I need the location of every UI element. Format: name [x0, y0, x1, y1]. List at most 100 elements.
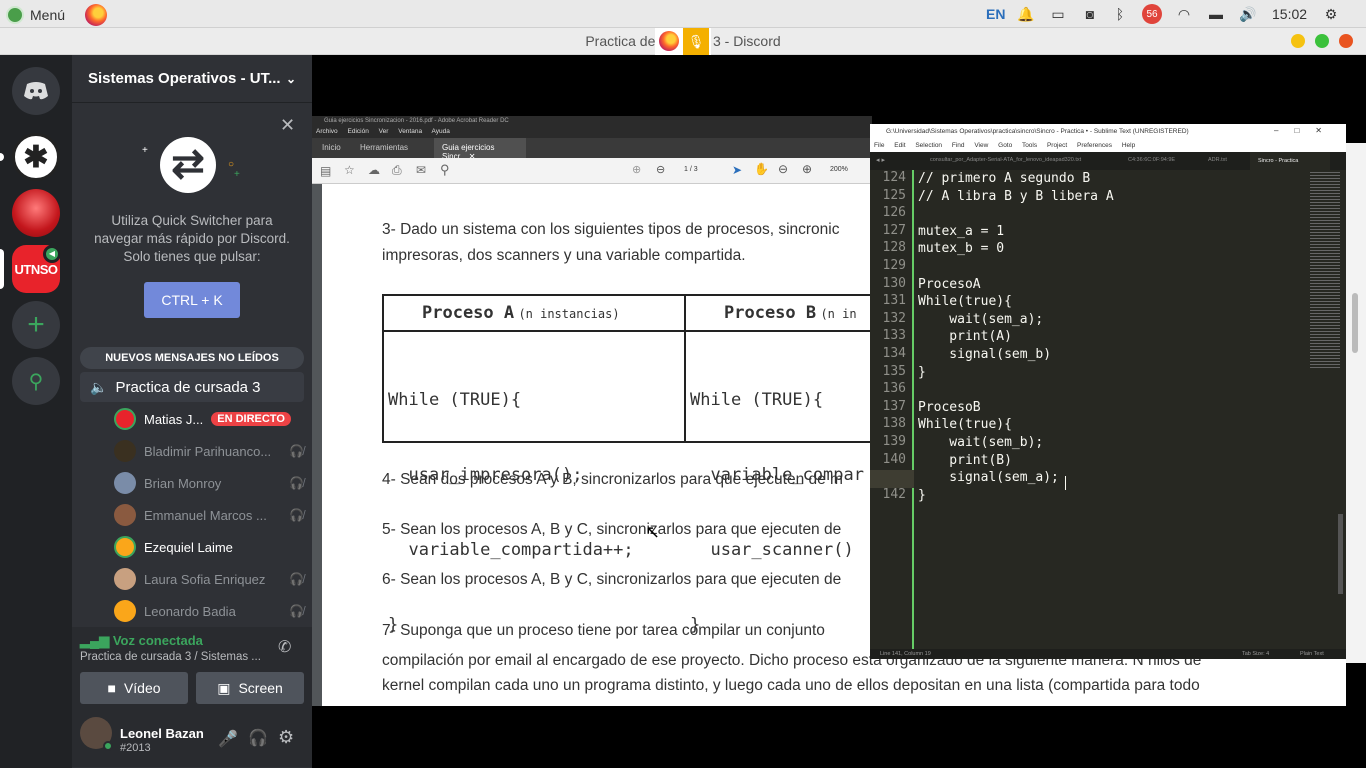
menu-view[interactable]: View [974, 142, 988, 149]
prev-page-icon[interactable]: ⊕ [632, 163, 641, 176]
video-label: Vídeo [123, 680, 161, 696]
code-line: ProcesoB [918, 399, 981, 415]
voice-user[interactable]: Emmanuel Marcos ... 🎧̸ [114, 501, 304, 529]
scrollbar-thumb[interactable] [1338, 514, 1343, 594]
screen-share-button[interactable]: ▣ Screen [196, 672, 304, 704]
table-divider [384, 330, 874, 332]
save-icon[interactable]: ▤ [320, 164, 331, 178]
upload-icon[interactable]: ☁ [368, 163, 380, 177]
tab-active[interactable]: Sincro - Practica [1250, 152, 1330, 170]
maximize-button[interactable] [1315, 34, 1329, 48]
code-editor[interactable]: // primero A segundo B // A libra B y B l… [918, 170, 1308, 504]
shortcut-button[interactable]: CTRL + K [144, 282, 240, 318]
status-position: Line 141, Column 19 [880, 651, 931, 657]
notifications-bell-icon[interactable]: 🔔 [1016, 5, 1036, 23]
menu-help[interactable]: Help [1122, 142, 1135, 149]
tab-document[interactable]: Guia ejercicios Sincr... ✕ [434, 138, 526, 161]
menu-selection[interactable]: Selection [915, 142, 942, 149]
volume-icon[interactable]: 🔊 [1238, 5, 1258, 23]
print-icon[interactable]: ⎙ [392, 163, 402, 178]
discord-home-icon[interactable] [12, 67, 60, 115]
menu-find[interactable]: Find [952, 142, 965, 149]
voice-user[interactable]: Laura Sofia Enriquez 🎧̸ [114, 565, 304, 593]
exercise-7-text-3: kernel compilan cada uno un programa dis… [382, 677, 1200, 694]
tab-scroll-icon[interactable]: ◂ ▸ [876, 156, 885, 164]
battery-icon[interactable]: ▬ [1206, 5, 1226, 23]
hand-tool-icon[interactable]: ✋ [754, 162, 769, 176]
screen-icon[interactable]: ▭ [1048, 5, 1068, 23]
discord-tray-icon[interactable]: ◙ [1080, 5, 1100, 23]
keyboard-layout[interactable]: EN [986, 6, 1012, 22]
chevron-down-icon: ⌄ [285, 71, 296, 86]
acrobat-scrollbar[interactable] [1346, 143, 1366, 663]
menu-ayuda[interactable]: Ayuda [432, 128, 450, 135]
wifi-icon[interactable]: ◠ [1174, 5, 1194, 23]
voice-user[interactable]: Brian Monroy 🎧̸ [114, 469, 304, 497]
server-red-icon[interactable] [12, 189, 60, 237]
zoom-level[interactable]: 200% [830, 166, 848, 173]
voice-user[interactable]: Bladimir Parihuanco... 🎧̸ [114, 437, 304, 465]
tab-file[interactable]: ADR.txt [1208, 157, 1227, 163]
clock[interactable]: 15:02 [1272, 6, 1307, 22]
page-indicator[interactable]: 1 / 3 [684, 166, 698, 173]
star-icon[interactable]: ☆ [344, 163, 355, 177]
zoom-in-icon[interactable]: ⊕ [802, 162, 812, 176]
search-icon[interactable]: ⚲ [440, 162, 450, 178]
tab-file[interactable]: C4:36:6C:0F:94:9E [1128, 157, 1175, 163]
menu-project[interactable]: Project [1047, 142, 1067, 149]
system-panel: Menú EN 🔔 ▭ ◙ ᛒ 56 ◠ ▬ 🔊 15:02 ⚙ [0, 0, 1366, 28]
server-header[interactable]: Sistemas Operativos - UT... ⌄ [72, 55, 312, 103]
menu-archivo[interactable]: Archivo [316, 128, 338, 135]
minimap[interactable] [1310, 170, 1346, 370]
video-button[interactable]: ■ Vídeo [80, 672, 188, 704]
next-page-icon[interactable]: ⊖ [656, 163, 665, 176]
line-number: 138 [882, 416, 906, 432]
tab-herramientas[interactable]: Herramientas [360, 143, 408, 152]
deafened-icon: 🎧̸ [289, 444, 304, 458]
server-utn-icon[interactable]: ✱ [12, 133, 60, 181]
menu-goto[interactable]: Goto [998, 142, 1012, 149]
new-messages-bar[interactable]: NUEVOS MENSAJES NO LEÍDOS [80, 347, 304, 369]
close-button[interactable] [1339, 34, 1353, 48]
voice-user[interactable]: Ezequiel Laime [114, 533, 304, 561]
mail-icon[interactable]: ✉ [416, 163, 426, 177]
line-number: 142 [882, 486, 906, 502]
minimize-button[interactable] [1291, 34, 1305, 48]
code-line: // A libra B y B libera A [918, 188, 1114, 204]
add-server-icon[interactable]: + [12, 301, 60, 349]
menu-ventana[interactable]: Ventana [398, 128, 422, 135]
zoom-out-icon[interactable]: ⊖ [778, 162, 788, 176]
microphone-icon[interactable]: 🎤 [218, 729, 238, 749]
sublime-window-controls[interactable]: –□✕ [1274, 126, 1338, 135]
tab-file[interactable]: consultar_por_Adapter-Serial-ATA_for_len… [930, 157, 1110, 163]
system-menu-button[interactable]: Menú [6, 4, 108, 26]
status-tab-size[interactable]: Tab Size: 4 [1242, 649, 1269, 659]
voice-channel-item[interactable]: 🔈 Practica de cursada 3 [80, 372, 304, 402]
exercise-3-text: 3- Dado un sistema con los siguientes ti… [382, 221, 840, 238]
tab-inicio[interactable]: Inicio [322, 143, 341, 152]
voice-user[interactable]: Leonardo Badia 🎧̸ [114, 597, 304, 625]
user-settings-gear-icon[interactable]: ⚙ [278, 727, 294, 748]
voice-user[interactable]: Matias J... EN DIRECTO [114, 405, 304, 433]
menu-edicion[interactable]: Edición [348, 128, 369, 135]
menu-file[interactable]: File [874, 142, 884, 149]
settings-gear-icon[interactable]: ⚙ [1321, 5, 1341, 23]
explore-search-icon[interactable]: ⚲ [12, 357, 60, 405]
bluetooth-icon[interactable]: ᛒ [1110, 5, 1130, 23]
code-line: ProcesoA [918, 276, 981, 292]
proc-a-head: Proceso A [422, 303, 515, 323]
menu-ver[interactable]: Ver [379, 128, 389, 135]
menu-edit[interactable]: Edit [894, 142, 905, 149]
voice-path[interactable]: Practica de cursada 3 / Sistemas ... [80, 651, 261, 663]
disconnect-icon[interactable]: ✆ [278, 637, 291, 657]
voice-connected-status[interactable]: ▂▄▆ Voz conectada [80, 633, 203, 649]
status-syntax[interactable]: Plain Text [1300, 649, 1324, 659]
menu-preferences[interactable]: Preferences [1077, 142, 1112, 149]
headphones-icon[interactable]: 🎧 [248, 728, 268, 748]
code-line: } [918, 487, 926, 503]
select-cursor-icon[interactable]: ➤ [732, 163, 742, 177]
menu-tools[interactable]: Tools [1022, 142, 1037, 149]
notification-count-badge[interactable]: 56 [1142, 4, 1162, 24]
close-icon[interactable]: ✕ [280, 115, 295, 136]
firefox-launcher-icon[interactable] [85, 4, 108, 26]
